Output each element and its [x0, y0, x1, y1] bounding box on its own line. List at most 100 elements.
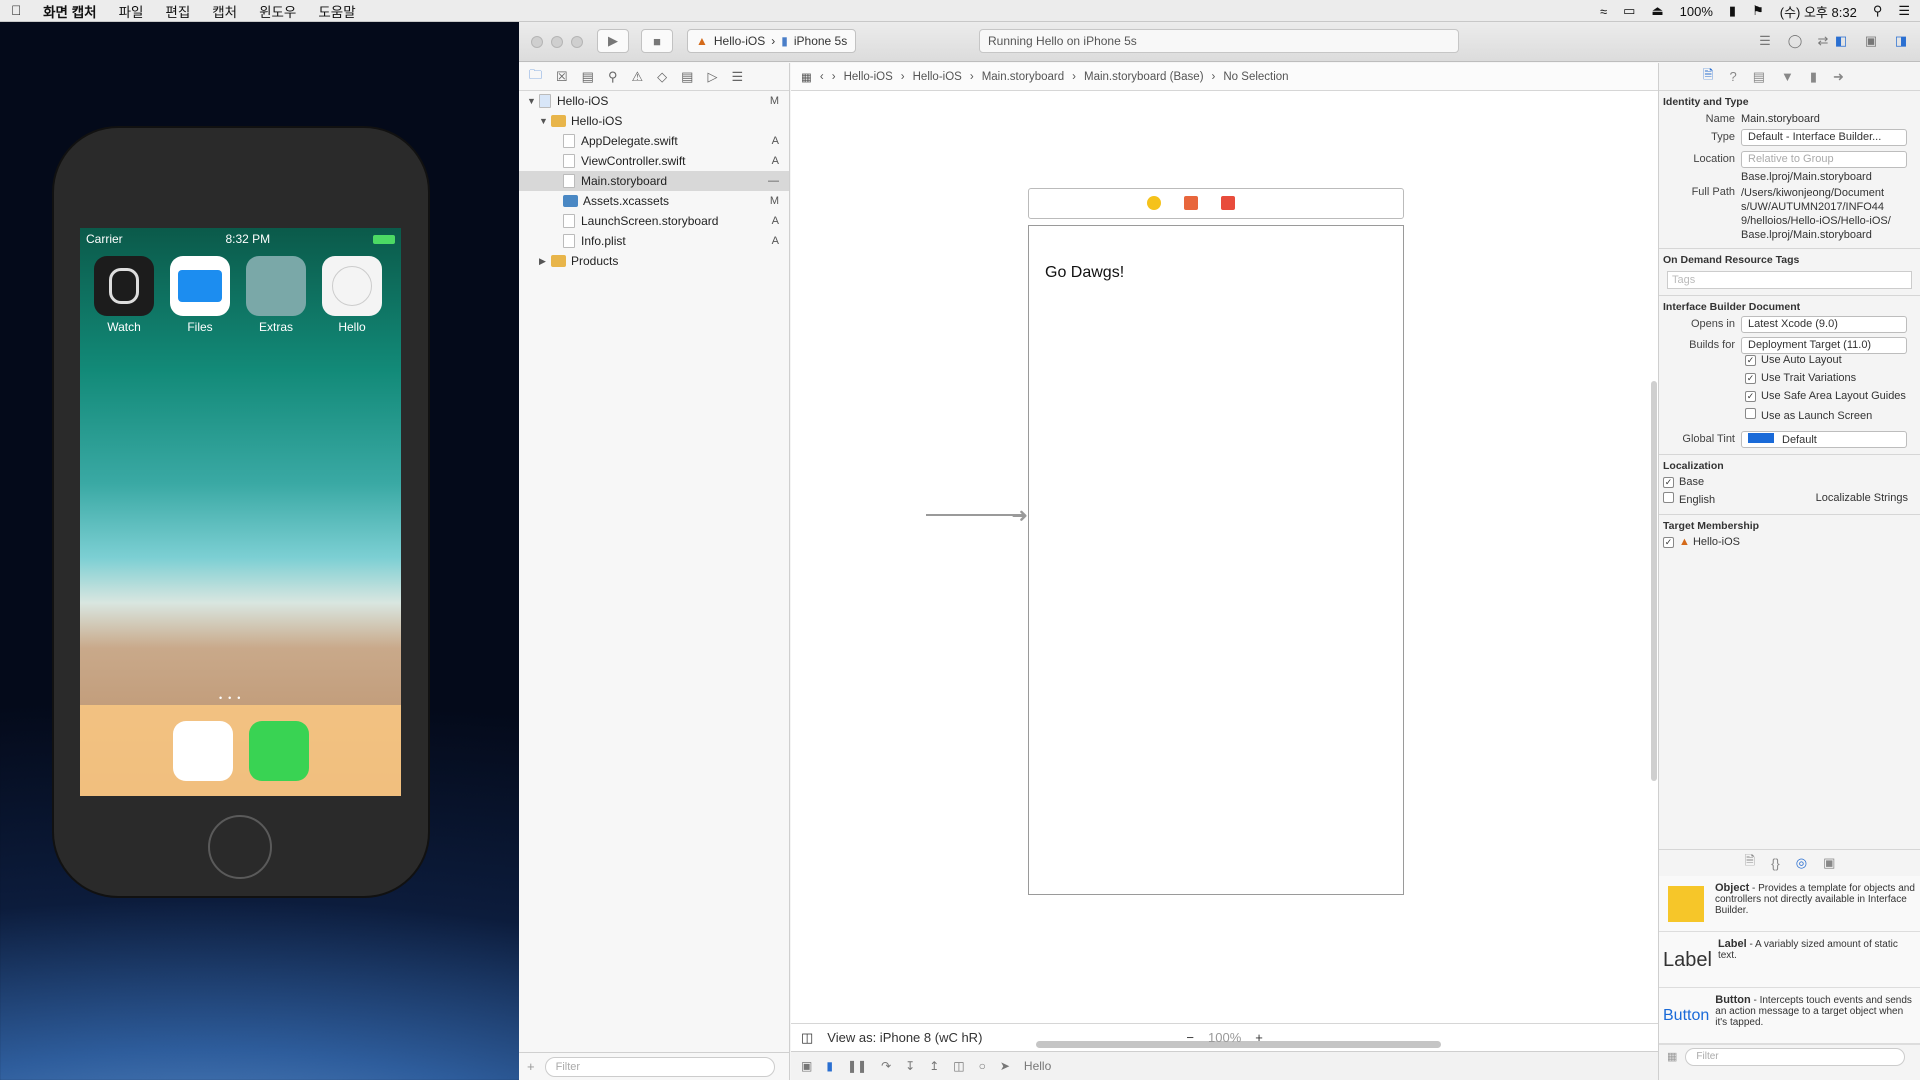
ib-option-row[interactable]: Use as Launch Screen — [1659, 408, 1920, 426]
view-controller-scene[interactable]: Go Dawgs! — [1028, 225, 1404, 895]
breadcrumb-3[interactable]: Main.storyboard (Base) — [1084, 71, 1204, 83]
related-items-icon[interactable]: ▦ — [801, 70, 812, 84]
scene-dock[interactable] — [1028, 188, 1404, 219]
quick-help-icon[interactable]: ? — [1729, 69, 1736, 84]
menu-file[interactable]: 파일 — [108, 1, 155, 21]
ib-option-row[interactable]: ✓ Use Trait Variations — [1659, 372, 1920, 390]
run-button[interactable]: ▶ — [597, 29, 629, 53]
back-icon[interactable]: ‹ — [820, 71, 824, 83]
file-tree-row[interactable]: AppDelegate.swift A — [519, 131, 789, 151]
breadcrumb-0[interactable]: Hello-iOS — [844, 71, 893, 83]
menu-help[interactable]: 도움말 — [307, 1, 366, 21]
test-icon[interactable]: ◇ — [657, 69, 667, 85]
location-popup[interactable]: Relative to Group — [1741, 150, 1907, 168]
step-over-icon[interactable]: ↷ — [881, 1059, 891, 1073]
wifi-icon[interactable]: ≈ — [1600, 4, 1607, 19]
file-tree-row[interactable]: LaunchScreen.storyboard A — [519, 211, 789, 231]
spotlight-icon[interactable]: ⚲ — [1873, 3, 1883, 19]
app-extras[interactable]: Extras — [246, 256, 306, 334]
battery-icon[interactable]: ▮ — [1729, 3, 1736, 19]
connections-inspector-icon[interactable]: ➜ — [1833, 69, 1844, 85]
folder-icon[interactable]: 🗀 — [529, 66, 542, 88]
target-membership-row[interactable]: ✓ ▲ Hello-iOS — [1659, 534, 1920, 550]
checkbox[interactable] — [1663, 492, 1674, 503]
tags-input[interactable]: Tags — [1667, 271, 1912, 289]
debug-icon[interactable]: ▤ — [681, 69, 693, 85]
view-debugger-icon[interactable]: ◫ — [953, 1059, 964, 1073]
zoom-window-button[interactable] — [571, 36, 583, 48]
breakpoints-toggle-icon[interactable]: ▮ — [826, 1059, 833, 1073]
global-tint-popup[interactable]: Default — [1741, 430, 1907, 448]
location-icon[interactable]: ➤ — [1000, 1059, 1010, 1073]
app-hello[interactable]: Hello — [322, 256, 382, 334]
standard-editor-icon[interactable]: ☰ — [1749, 29, 1781, 53]
library-item-button[interactable]: Button Button - Intercepts touch events a… — [1659, 988, 1920, 1044]
toggle-navigator-icon[interactable]: ◧ — [1827, 29, 1855, 53]
file-tree-row[interactable]: ▶ Products — [519, 251, 789, 271]
minimize-window-button[interactable] — [551, 36, 563, 48]
apple-icon[interactable]:  — [0, 3, 32, 18]
ib-option-row[interactable]: ✓ Use Safe Area Layout Guides — [1659, 390, 1920, 408]
code-snippet-icon[interactable]: {} — [1771, 856, 1780, 871]
menu-edit[interactable]: 편집 — [154, 1, 201, 21]
grid-view-icon[interactable]: ▦ — [1667, 1050, 1677, 1063]
zoom-in-icon[interactable]: + — [1255, 1030, 1263, 1045]
view-controller-icon[interactable] — [1147, 196, 1161, 210]
checkbox[interactable]: ✓ — [1745, 391, 1756, 402]
toggle-debug-icon[interactable]: ▣ — [1857, 29, 1885, 53]
breadcrumb-2[interactable]: Main.storyboard — [982, 71, 1064, 83]
hide-debug-icon[interactable]: ▣ — [801, 1059, 812, 1073]
forward-icon[interactable]: › — [832, 71, 836, 83]
storyboard-canvas[interactable]: ➜ Go Dawgs! — [791, 91, 1658, 1048]
notification-center-icon[interactable]: ☰ — [1898, 3, 1910, 19]
file-tree-row[interactable]: ▼ Hello-iOS — [519, 111, 789, 131]
ib-option-row[interactable]: ✓ Use Auto Layout — [1659, 354, 1920, 372]
symbol-icon[interactable]: ▤ — [582, 69, 594, 85]
object-library-icon[interactable]: ◎ — [1796, 855, 1807, 871]
step-in-icon[interactable]: ↧ — [905, 1059, 915, 1073]
file-tree-row[interactable]: Assets.xcassets M — [519, 191, 789, 211]
view-as-label[interactable]: View as: iPhone 8 (wC hR) — [827, 1030, 982, 1045]
assistant-editor-icon[interactable]: ◯ — [1781, 29, 1809, 53]
add-icon[interactable]: + — [527, 1059, 535, 1074]
disclosure-triangle-icon[interactable]: ▼ — [527, 96, 539, 106]
menu-window[interactable]: 윈도우 — [248, 1, 307, 21]
library-filter-input[interactable]: Filter — [1685, 1047, 1906, 1066]
go-dawgs-label[interactable]: Go Dawgs! — [1045, 264, 1124, 282]
memory-graph-icon[interactable]: ○ — [979, 1059, 986, 1073]
file-inspector-icon[interactable]: 🗎 — [1703, 66, 1713, 88]
first-responder-icon[interactable] — [1184, 196, 1198, 210]
checkbox[interactable]: ✓ — [1663, 477, 1674, 488]
navigator-filter-input[interactable]: Filter — [544, 1056, 775, 1077]
airplay-icon[interactable]: ▭ — [1623, 3, 1635, 19]
breadcrumb-1[interactable]: Hello-iOS — [913, 71, 962, 83]
file-tree-row[interactable]: ▼ Hello-iOS M — [519, 91, 789, 111]
scheme-selector[interactable]: ▲ Hello-iOS › ▮ iPhone 5s — [687, 29, 857, 53]
opens-in-popup[interactable]: Latest Xcode (9.0) — [1741, 315, 1907, 333]
attributes-inspector-icon[interactable]: ▼ — [1781, 69, 1794, 84]
simulator-screen[interactable]: Carrier 8:32 PM Watch Files Extras Hello… — [80, 228, 401, 796]
name-field[interactable]: Main.storyboard — [1741, 113, 1820, 125]
localization-row[interactable]: English Localizable Strings — [1659, 490, 1920, 508]
menu-capture[interactable]: 캡처 — [201, 1, 248, 21]
breakpoint-icon[interactable]: ▷ — [707, 69, 717, 85]
clock[interactable]: (수) 오후 8:32 — [1780, 2, 1857, 21]
battery-percent[interactable]: 100% — [1680, 4, 1713, 19]
step-out-icon[interactable]: ↥ — [929, 1059, 939, 1073]
media-library-icon[interactable]: ▣ — [1823, 855, 1835, 871]
close-window-button[interactable] — [531, 36, 543, 48]
source-control-icon[interactable]: ☒ — [556, 69, 568, 85]
pause-icon[interactable]: ❚❚ — [847, 1059, 867, 1073]
checkbox[interactable]: ✓ — [1745, 355, 1756, 366]
zoom-out-icon[interactable]: − — [1186, 1030, 1194, 1045]
vertical-scrollbar[interactable] — [1651, 381, 1657, 781]
document-outline-toggle-icon[interactable]: ◫ — [801, 1030, 813, 1046]
identity-inspector-icon[interactable]: ▤ — [1753, 69, 1765, 85]
localization-row[interactable]: ✓ Base — [1659, 474, 1920, 490]
app-files[interactable]: Files — [170, 256, 230, 334]
process-label[interactable]: Hello — [1024, 1059, 1051, 1073]
warning-icon[interactable]: ⚠ — [632, 69, 644, 85]
checkbox[interactable]: ✓ — [1745, 373, 1756, 384]
stop-button[interactable]: ■ — [641, 29, 673, 53]
menu-app[interactable]: 화면 캡처 — [32, 1, 107, 21]
